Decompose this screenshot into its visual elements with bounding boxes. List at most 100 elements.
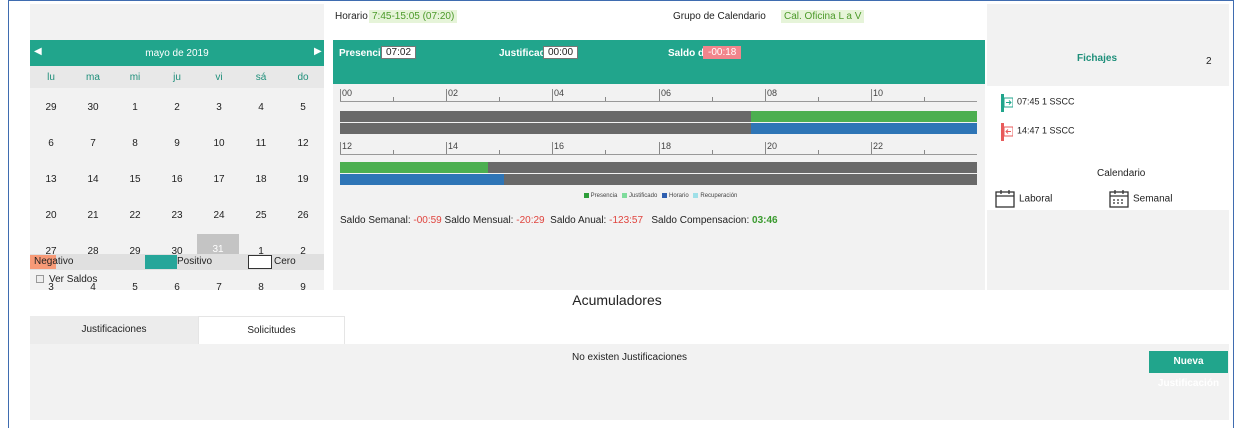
clock-in-icon (1001, 94, 1014, 112)
positive-swatch (145, 255, 177, 269)
laboral-label: Laboral (1019, 193, 1053, 205)
zero-swatch (248, 255, 272, 269)
empty-state-text: No existen Justificaciones (571, 352, 688, 363)
grupo-value: Cal. Oficina L a V (781, 10, 865, 23)
calendar-day[interactable]: 12 (282, 126, 324, 162)
saldo-anual-label: Saldo Anual: (550, 215, 607, 226)
ver-saldos-checkbox[interactable] (36, 275, 44, 284)
calendar-day[interactable]: 14 (72, 162, 114, 198)
legend-recuperacion: Recuperación (700, 193, 738, 200)
legend-zero: Cero (274, 256, 296, 267)
saldo-semanal-label: Saldo Semanal: (340, 215, 411, 226)
ruler-tick (712, 97, 713, 101)
saldo-compensacion-value: 03:46 (752, 215, 778, 226)
calendar-day[interactable]: 8 (114, 126, 156, 162)
calendar-day[interactable]: 4 (240, 90, 282, 126)
weekday-label: mi (129, 72, 141, 83)
fichaje-entry-text: 14:47 1 SSCC (1017, 125, 1075, 136)
calendar-day[interactable]: 5 (282, 90, 324, 126)
calendar-week-icon (1109, 190, 1129, 208)
ruler-tick (393, 150, 394, 154)
calendar-month-label: mayo de 2019 (145, 48, 209, 59)
ruler-tick (499, 150, 500, 154)
schedule-info: Horario 7:45-15:05 (07:20) Grupo de Cale… (333, 4, 985, 40)
schedule-segment (340, 174, 504, 185)
calendar-day[interactable]: 2 (156, 90, 198, 126)
tab-justificaciones[interactable]: Justificaciones (30, 316, 198, 344)
calendar-day[interactable]: 25 (240, 198, 282, 234)
legend-presencia: Presencia (590, 193, 618, 200)
calendar-day[interactable]: 30 (72, 90, 114, 126)
timeline-ruler-pm: 12 14 16 18 20 22 (340, 141, 977, 155)
ruler-hour-label: 14 (448, 141, 459, 151)
saldo-mensual-value: -20:29 (516, 215, 545, 226)
day-summary-bar: Presencia: 07:02 Justificado: 00:00 Sald… (333, 40, 985, 84)
ruler-tick (393, 97, 394, 101)
ruler-tick (924, 150, 925, 154)
clock-out-icon (1001, 123, 1014, 141)
calendar-day[interactable]: 24 (198, 198, 240, 234)
calendar-day[interactable]: 20 (30, 198, 72, 234)
legend-horario: Horario (669, 193, 689, 200)
calendar-weekdays: lu ma mi ju vi sá do (30, 66, 324, 88)
presence-segment (340, 162, 488, 173)
calendar-header: ◀ mayo de 2019 ▶ (30, 40, 324, 66)
horario-label: Horario (335, 11, 368, 22)
semanal-label: Semanal (1133, 193, 1173, 205)
weekday-label: do (297, 72, 309, 83)
justificaciones-panel: No existen Justificaciones Nueva Justifi… (30, 344, 1229, 420)
timeline-ruler-am: 00 02 04 06 08 10 (340, 88, 977, 102)
ruler-tick (605, 97, 606, 101)
calendar-day[interactable]: 11 (240, 126, 282, 162)
calendar-day[interactable]: 22 (114, 198, 156, 234)
ruler-tick (818, 97, 819, 101)
calendar-day[interactable]: 10 (198, 126, 240, 162)
calendar-icon (995, 190, 1015, 208)
calendar-day[interactable]: 6 (30, 126, 72, 162)
fichaje-entry[interactable]: 07:45 1 SSCC (1001, 94, 1075, 112)
presence-segment (751, 111, 977, 122)
calendar-day[interactable]: 13 (30, 162, 72, 198)
horario-value: 7:45-15:05 (07:20) (369, 10, 458, 23)
timeline-legend: Presencia Justificado Horario Recuperaci… (333, 193, 985, 199)
ruler-tick (924, 97, 925, 101)
calendar-day[interactable]: 23 (156, 198, 198, 234)
weekday-label: ma (86, 72, 100, 83)
calendar-day[interactable]: 17 (198, 162, 240, 198)
ruler-hour-label: 08 (767, 88, 778, 98)
tab-solicitudes[interactable]: Solicitudes (198, 316, 345, 344)
ruler-hour-label: 12 (342, 141, 353, 151)
calendar-day[interactable]: 1 (114, 90, 156, 126)
fichaje-entry[interactable]: 14:47 1 SSCC (1001, 123, 1075, 141)
calendar-day[interactable]: 21 (72, 198, 114, 234)
presence-bar-am (340, 111, 977, 122)
ver-saldos-label: Ver Saldos (49, 274, 98, 285)
calendar-day[interactable]: 7 (72, 126, 114, 162)
schedule-segment (751, 123, 977, 134)
calendar-day[interactable]: 29 (30, 90, 72, 126)
calendar-day[interactable]: 26 (282, 198, 324, 234)
calendar-day[interactable]: 16 (156, 162, 198, 198)
ruler-hour-label: 04 (554, 88, 565, 98)
day-detail-panel: Horario 7:45-15:05 (07:20) Grupo de Cale… (333, 4, 985, 290)
calendar-day[interactable]: 19 (282, 162, 324, 198)
ruler-hour-label: 00 (342, 88, 353, 98)
nueva-justificacion-button[interactable]: Nueva Justificación (1149, 351, 1228, 389)
ruler-hour-label: 10 (873, 88, 884, 98)
presence-bar-pm (340, 162, 977, 173)
ruler-hour-label: 02 (448, 88, 459, 98)
grupo-label: Grupo de Calendario (673, 11, 766, 22)
ruler-tick (818, 150, 819, 154)
semanal-calendar-button[interactable]: Semanal (1109, 190, 1172, 208)
calendar-day[interactable]: 15 (114, 162, 156, 198)
weekday-label: sá (255, 72, 267, 83)
calendar-day[interactable]: 9 (156, 126, 198, 162)
ver-saldos-toggle[interactable]: Ver Saldos (36, 274, 97, 285)
presencia-value: 07:02 (381, 46, 417, 59)
laboral-calendar-button[interactable]: Laboral (995, 190, 1052, 208)
caret-right-icon[interactable]: ▶ (314, 46, 322, 57)
calendar-day[interactable]: 18 (240, 162, 282, 198)
calendar-day[interactable]: 3 (198, 90, 240, 126)
legend-positive: Positivo (177, 256, 213, 267)
saldo-compensacion-label: Saldo Compensacion: (651, 215, 750, 226)
